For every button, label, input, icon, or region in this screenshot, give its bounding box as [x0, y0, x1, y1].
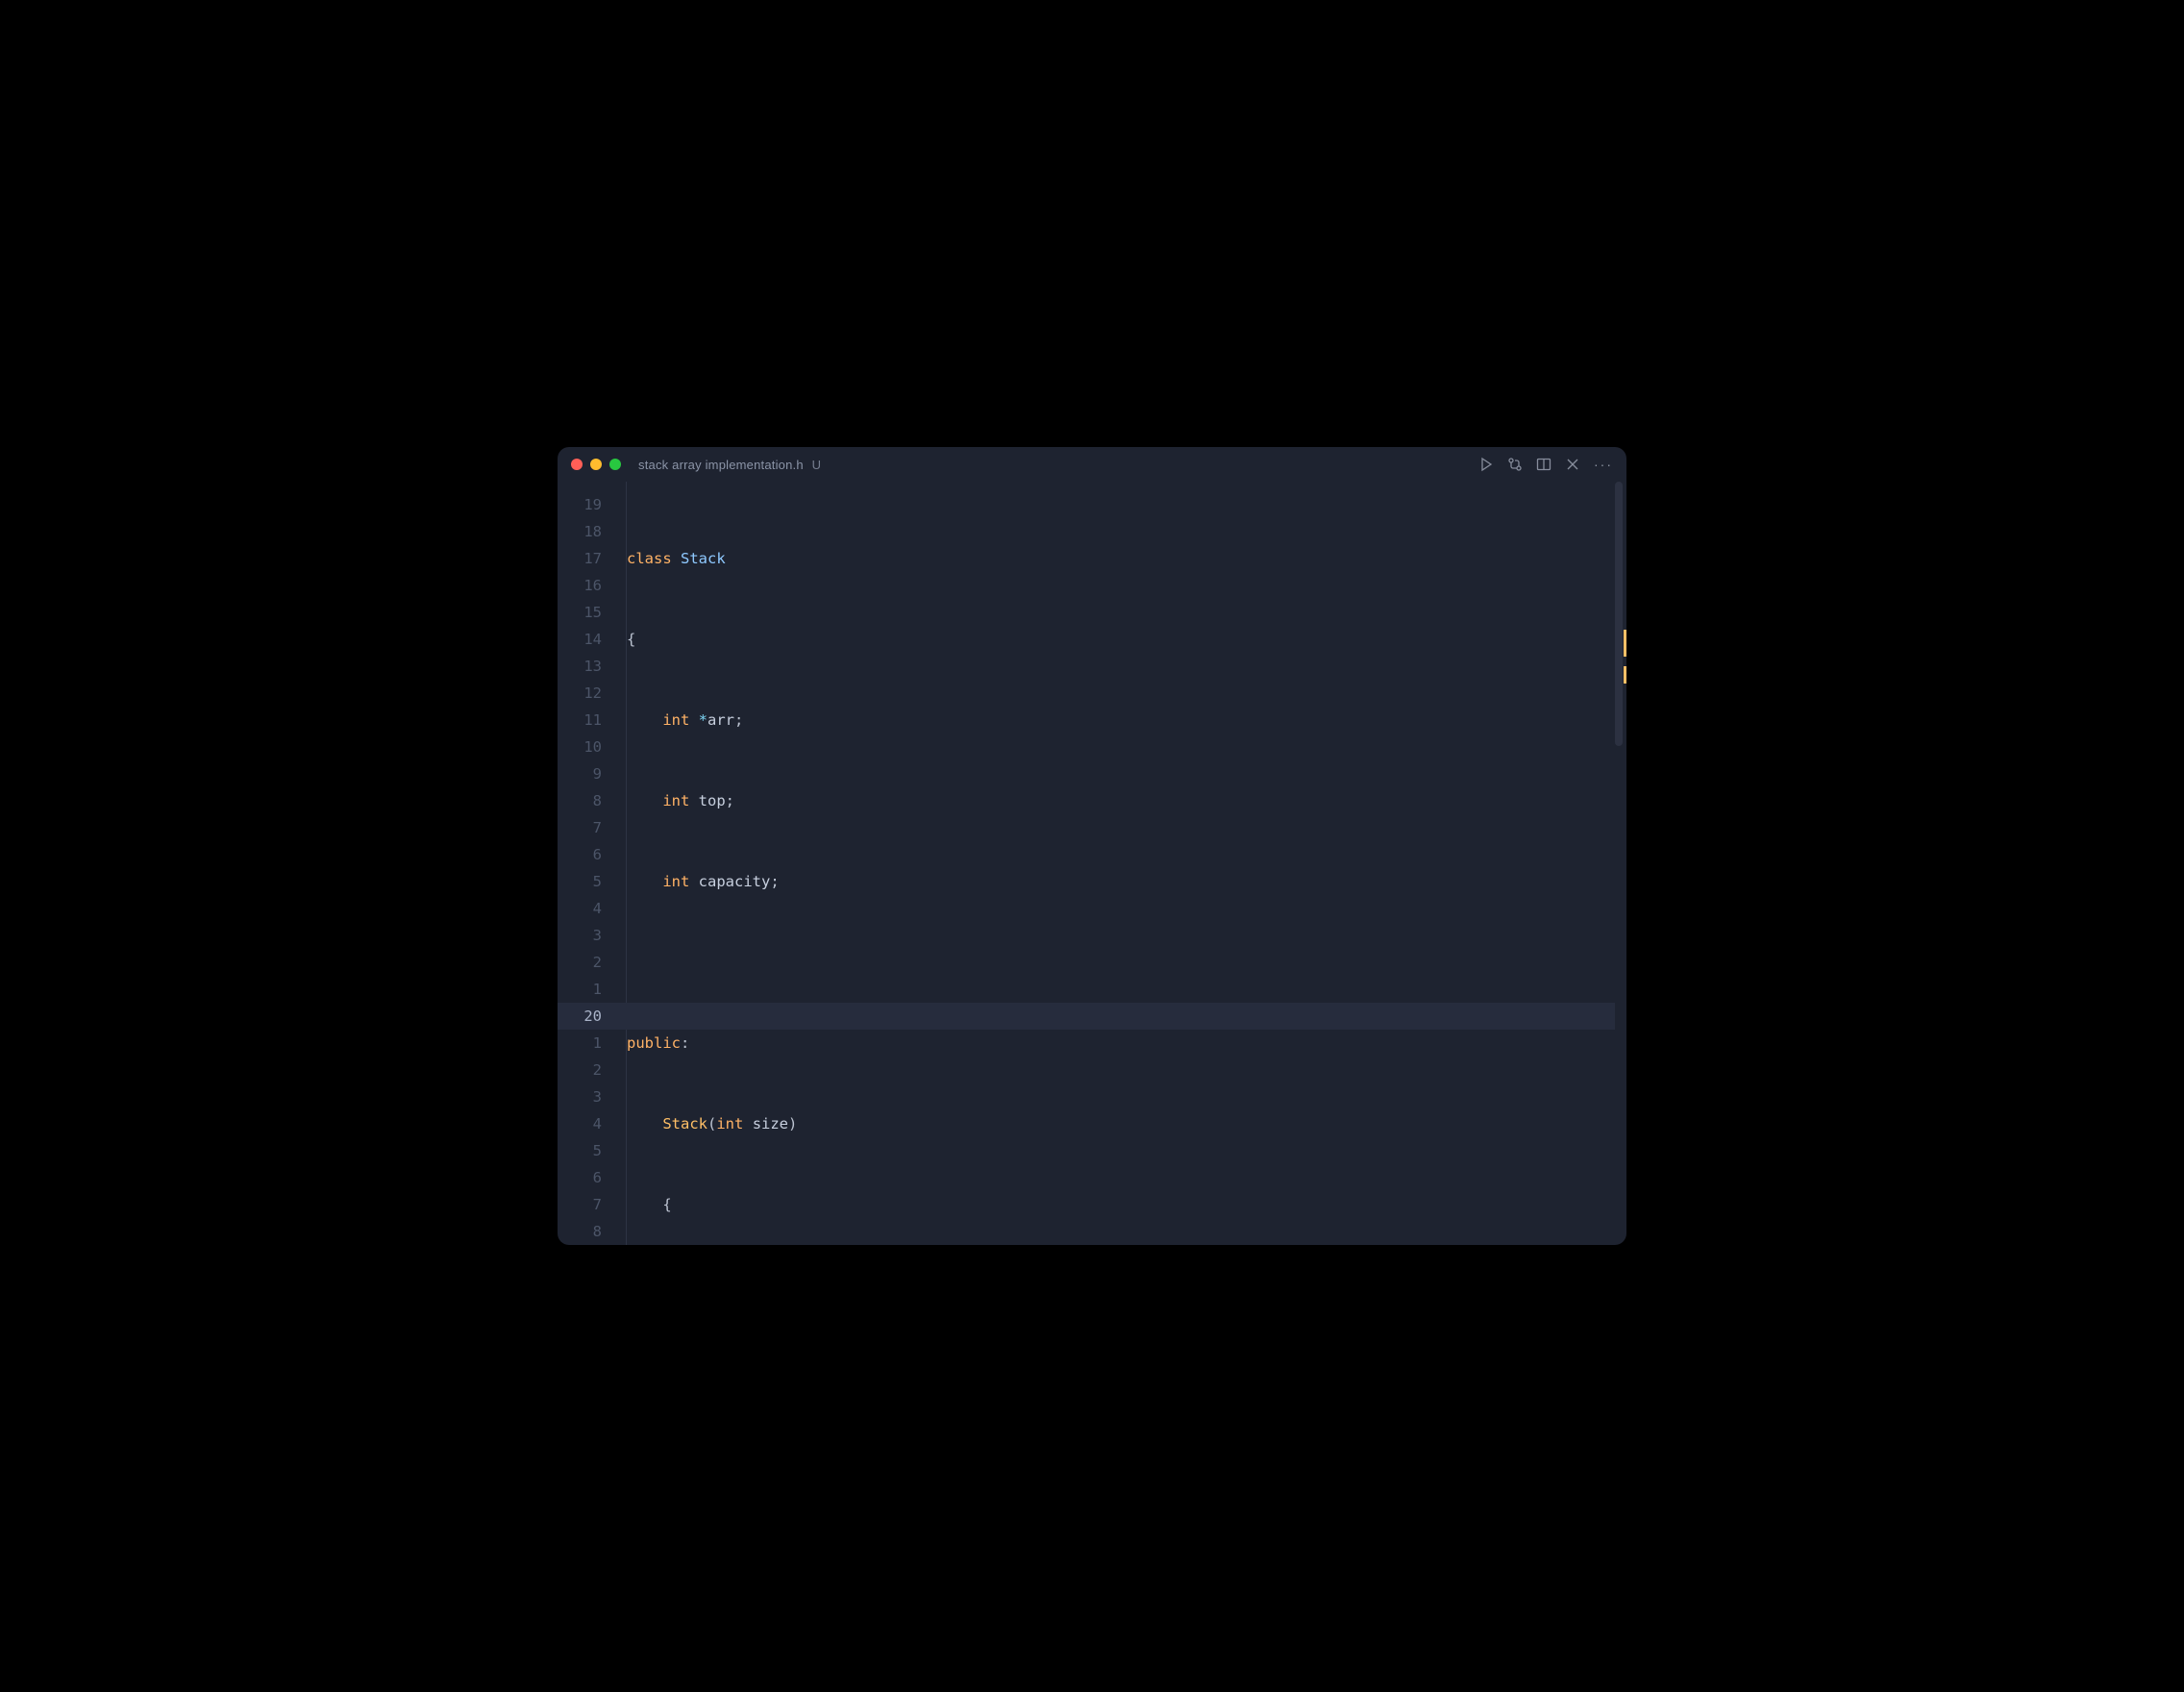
line-number: 17 [558, 545, 602, 572]
line-number: 19 [558, 491, 602, 518]
code-line: public: [627, 1030, 1626, 1057]
line-number: 1 [558, 1030, 602, 1057]
line-number: 14 [558, 626, 602, 653]
tab-title[interactable]: stack array implementation.h U [638, 458, 821, 472]
titlebar: stack array implementation.h U ··· [558, 447, 1626, 482]
file-name: stack array implementation.h [638, 458, 804, 472]
code-line [627, 949, 1626, 976]
line-number: 5 [558, 868, 602, 895]
code-line: class Stack [627, 545, 1626, 572]
line-number: 6 [558, 1164, 602, 1191]
line-number: 8 [558, 1218, 602, 1245]
line-number: 13 [558, 653, 602, 680]
line-number: 20 [558, 1003, 602, 1030]
line-number: 10 [558, 734, 602, 760]
editor-window: stack array implementation.h U ··· [558, 447, 1626, 1245]
line-number: 5 [558, 1137, 602, 1164]
line-number: 8 [558, 787, 602, 814]
overview-change-marker [1624, 630, 1626, 657]
minimize-window-button[interactable] [590, 459, 602, 470]
run-icon[interactable] [1478, 457, 1494, 472]
line-number: 2 [558, 949, 602, 976]
code-line: { [627, 1191, 1626, 1218]
window-controls [571, 459, 621, 470]
compare-changes-icon[interactable] [1507, 457, 1523, 472]
vertical-scrollbar[interactable] [1615, 482, 1623, 746]
line-number: 1 [558, 976, 602, 1003]
zoom-window-button[interactable] [609, 459, 621, 470]
code-line: Stack(int size) [627, 1110, 1626, 1137]
line-number: 6 [558, 841, 602, 868]
code-area[interactable]: class Stack { int *arr; int top; int cap… [611, 482, 1626, 1245]
dirty-indicator: U [812, 458, 822, 472]
split-editor-icon[interactable] [1536, 457, 1551, 472]
line-number: 2 [558, 1057, 602, 1083]
code-line: { [627, 626, 1626, 653]
line-number: 4 [558, 895, 602, 922]
line-number: 3 [558, 922, 602, 949]
line-number: 4 [558, 1110, 602, 1137]
line-number: 7 [558, 814, 602, 841]
line-number: 7 [558, 1191, 602, 1218]
overview-change-marker [1624, 666, 1626, 684]
line-number: 15 [558, 599, 602, 626]
line-number-gutter: 19 18 17 16 15 14 13 12 11 10 9 8 7 6 5 … [558, 482, 611, 1245]
line-number: 9 [558, 760, 602, 787]
line-number: 11 [558, 707, 602, 734]
line-number: 3 [558, 1083, 602, 1110]
code-line: int capacity; [627, 868, 1626, 895]
close-tab-icon[interactable] [1565, 457, 1580, 472]
close-window-button[interactable] [571, 459, 583, 470]
more-actions-icon[interactable]: ··· [1594, 457, 1613, 472]
line-number: 18 [558, 518, 602, 545]
code-editor[interactable]: 19 18 17 16 15 14 13 12 11 10 9 8 7 6 5 … [558, 482, 1626, 1245]
tab-actions: ··· [1478, 447, 1613, 482]
line-number: 12 [558, 680, 602, 707]
code-line: int *arr; [627, 707, 1626, 734]
code-line: int top; [627, 787, 1626, 814]
line-number: 16 [558, 572, 602, 599]
